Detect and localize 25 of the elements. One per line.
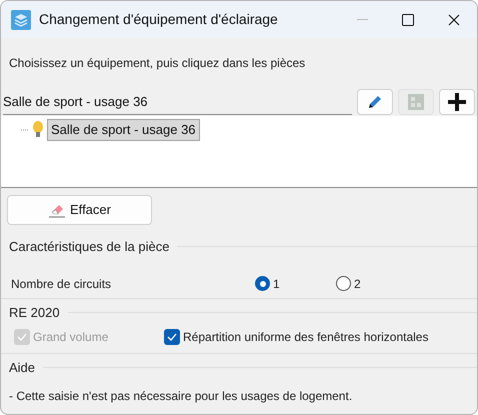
pencil-icon <box>366 93 384 111</box>
app-icon <box>11 10 31 30</box>
section-title: Aide <box>8 359 36 377</box>
checkmark-icon <box>17 333 27 341</box>
section-title: Caractéristiques de la pièce <box>8 238 170 256</box>
plus-icon <box>447 92 467 112</box>
grid-icon <box>407 93 425 111</box>
minimize-icon <box>356 18 368 20</box>
circuits-label: Nombre de circuits <box>11 276 112 292</box>
close-icon <box>448 14 460 26</box>
radio-option[interactable]: 1 <box>255 274 336 292</box>
eraser-icon <box>48 202 66 218</box>
clear-button[interactable]: Effacer <box>7 195 152 225</box>
instruction-text: Choisissez un équipement, puis cliquez dans les pièces <box>8 55 306 72</box>
tree-connector-icon <box>21 128 29 131</box>
section-title: RE 2020 <box>8 304 61 322</box>
lightbulb-icon <box>33 120 43 139</box>
maximize-icon <box>402 14 414 26</box>
checkbox-option[interactable]: Répartition uniforme des fenêtres horizontales <box>164 328 428 346</box>
toolbar-button[interactable] <box>439 89 475 115</box>
window-title: Changement d'équipement d'éclairage <box>39 10 278 29</box>
checkmark-icon <box>167 333 177 341</box>
radio-option[interactable]: 2 <box>336 274 417 292</box>
tree-item[interactable]: Salle de sport - usage 36 <box>47 119 200 140</box>
help-text: - Cette saisie n'est pas nécessaire pour les usages de logement. <box>8 388 354 404</box>
